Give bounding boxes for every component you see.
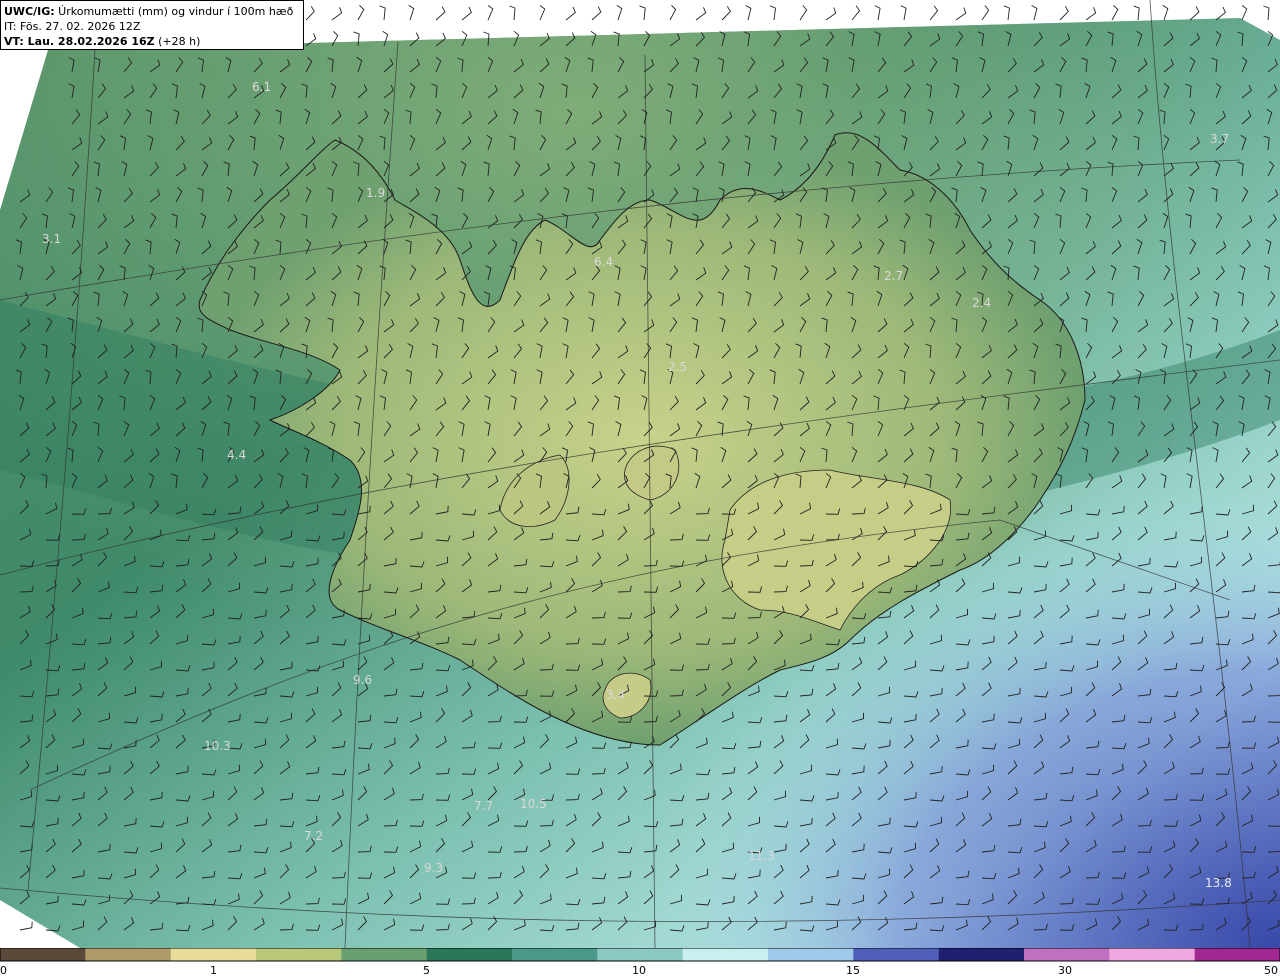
- header-valid-time: VT: Lau. 28.02.2026 16Z: [4, 35, 155, 48]
- wind-barb: [461, 6, 472, 21]
- header-model: UWC/IG:: [4, 5, 55, 18]
- wind-barb: [745, 5, 752, 21]
- colorbar-tick: 10: [632, 964, 646, 977]
- colorbar-segment: [170, 948, 257, 961]
- value-label: 7.7: [474, 799, 493, 813]
- colorbar-segment: [768, 948, 855, 961]
- wind-barb: [1111, 4, 1119, 21]
- colorbar-tick: 50: [1264, 964, 1278, 977]
- value-label: 7.2: [304, 829, 323, 843]
- weather-map: 6.1 3.1 1.9 6.4 2.7 2.4 3.7 2.5 4.4 3.4 …: [0, 0, 1280, 948]
- value-label: 2.5: [668, 360, 687, 374]
- header-init-time: IT: Fös. 27. 02. 2026 12Z: [4, 20, 141, 33]
- wind-barb: [509, 5, 516, 21]
- colorbar-tick: 15: [846, 964, 860, 977]
- wind-barb: [1003, 5, 1010, 21]
- colorbar-segment: [341, 948, 428, 961]
- wind-barb: [769, 5, 776, 21]
- colorbar-segment: [1024, 948, 1111, 961]
- wind-barb: [487, 4, 494, 21]
- value-label: 10.3: [204, 739, 231, 753]
- wind-barb: [721, 5, 731, 21]
- wind-barb: [539, 4, 546, 21]
- wind-barb: [929, 5, 939, 21]
- wind-barb: [1133, 5, 1140, 21]
- wind-barb: [1085, 7, 1097, 21]
- wind-barb: [19, 921, 33, 931]
- value-label: 13.8: [1205, 876, 1232, 890]
- wind-barb: [331, 7, 343, 21]
- header-field: Úrkomumætti (mm) og vindur í 100m hæð: [54, 5, 294, 18]
- value-label: 1.9: [366, 186, 385, 200]
- colorbar-segments: [0, 948, 1280, 961]
- wind-barb: [799, 5, 808, 21]
- colorbar-tick: 1: [210, 964, 217, 977]
- colorbar-segment: [853, 948, 940, 961]
- wind-barb: [695, 7, 707, 21]
- wind-barb: [305, 5, 315, 21]
- colorbar-tick: 5: [423, 964, 430, 977]
- wind-barb: [1241, 4, 1248, 21]
- header-lead-time: (+28 h): [154, 35, 201, 48]
- wind-barb: [591, 6, 602, 21]
- wind-barb: [1189, 6, 1200, 21]
- wind-barb: [1162, 4, 1169, 21]
- colorbar-segment: [85, 948, 172, 961]
- value-label: 3.1: [42, 232, 61, 246]
- header-valid-time-line: VT: Lau. 28.02.2026 16Z (+28 h): [4, 34, 303, 49]
- colorbar-segment: [1194, 948, 1280, 961]
- wind-barb: [565, 6, 576, 21]
- map-header: UWC/IG: Úrkomumætti (mm) og vindur í 100…: [0, 0, 304, 50]
- value-label: 2.4: [972, 296, 991, 310]
- value-label: 6.1: [252, 80, 271, 94]
- wind-barb: [616, 4, 623, 21]
- header-title-line: UWC/IG: Úrkomumætti (mm) og vindur í 100…: [4, 4, 303, 19]
- value-label: 4.4: [227, 448, 246, 462]
- colorbar-segment: [0, 948, 87, 961]
- colorbar-segment: [512, 948, 599, 961]
- colorbar-segment: [256, 948, 343, 961]
- value-label: 6.4: [594, 255, 613, 269]
- colorbar-segment: [682, 948, 769, 961]
- wind-barb: [669, 4, 677, 21]
- value-label: 9.6: [353, 673, 372, 687]
- colorbar-segment: [426, 948, 513, 961]
- wind-barb: [1059, 5, 1069, 21]
- wind-barb: [379, 5, 386, 21]
- colorbar-segment: [1109, 948, 1196, 961]
- value-label: 10.5: [520, 797, 547, 811]
- wind-barb: [825, 7, 837, 21]
- wind-barb: [955, 7, 967, 21]
- colorbar-segment: [597, 948, 684, 961]
- colorbar-tick: 0: [0, 964, 7, 977]
- wind-barb: [1031, 5, 1038, 21]
- value-label: 3.4: [606, 688, 625, 702]
- wind-barb: [1215, 6, 1226, 21]
- colorbar-tick: 30: [1058, 964, 1072, 977]
- wind-barb: [874, 5, 881, 21]
- wind-barb: [435, 6, 446, 21]
- wind-barb: [357, 4, 365, 21]
- value-label: 2.7: [884, 269, 903, 283]
- wind-barb: [981, 5, 990, 21]
- colorbar-segment: [938, 948, 1025, 961]
- value-label: 9.3: [424, 861, 443, 875]
- wind-barb: [900, 5, 907, 21]
- wind-barb: [851, 5, 861, 21]
- value-label: 11.3: [748, 849, 775, 863]
- colorbar: 0 1 5 10 15 30 50: [0, 948, 1280, 978]
- wind-barb: [408, 4, 415, 21]
- value-label: 3.7: [1210, 132, 1229, 146]
- wind-barb: [1263, 5, 1270, 21]
- wind-barb: [639, 5, 646, 21]
